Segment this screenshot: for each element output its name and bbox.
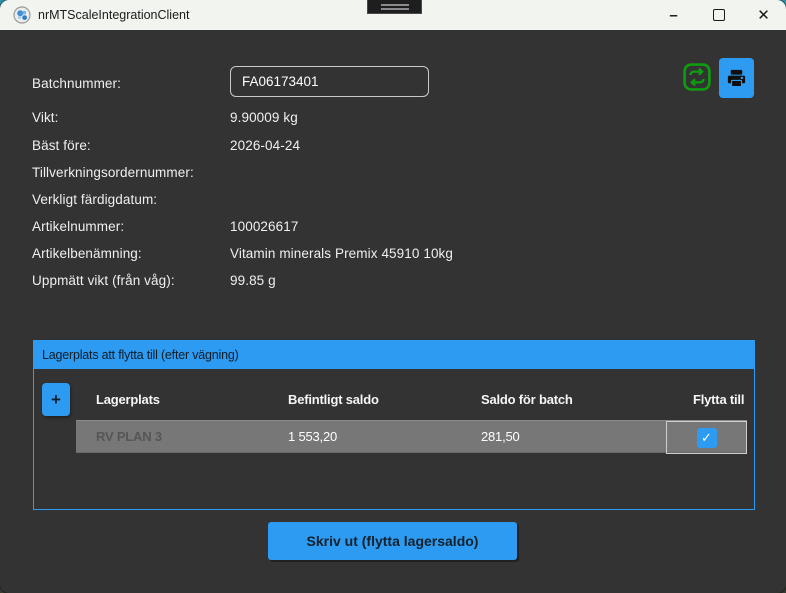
- flytta-till-checkbox[interactable]: ✓: [697, 428, 717, 448]
- column-header-saldo-for-batch: Saldo för batch: [481, 392, 573, 407]
- column-header-flytta-till: Flytta till: [693, 392, 744, 407]
- bast-fore-label: Bäst före:: [32, 138, 91, 153]
- vikt-label: Vikt:: [32, 110, 59, 125]
- window-title: nrMTScaleIntegrationClient: [38, 8, 189, 22]
- artikelnummer-label: Artikelnummer:: [32, 219, 124, 234]
- uppmatt-vikt-label: Uppmätt vikt (från våg):: [32, 273, 175, 288]
- uppmatt-vikt-value: 99.85 g: [230, 273, 276, 288]
- row-lagerplats-value: RV PLAN 3: [96, 429, 162, 444]
- close-button[interactable]: ✕: [741, 0, 786, 30]
- flytta-till-cell[interactable]: ✓: [666, 421, 747, 454]
- window-drag-handle[interactable]: [367, 0, 422, 14]
- lagerplats-panel-header: Lagerplats att flytta till (efter vägnin…: [34, 341, 754, 369]
- add-row-button[interactable]: +: [42, 383, 70, 416]
- maximize-icon: [713, 9, 725, 21]
- row-befintligt-saldo-value: 1 553,20: [288, 429, 337, 444]
- tillverkningsordernummer-label: Tillverkningsordernummer:: [32, 165, 194, 180]
- table-row[interactable]: RV PLAN 3 1 553,20 281,50 ✓: [76, 420, 747, 453]
- close-icon: ✕: [757, 6, 770, 24]
- vikt-value: 9.90009 kg: [230, 110, 298, 125]
- maximize-button[interactable]: [696, 0, 741, 30]
- printer-icon: [725, 66, 748, 90]
- bast-fore-value: 2026-04-24: [230, 138, 300, 153]
- skriv-ut-button[interactable]: Skriv ut (flytta lagersaldo): [268, 522, 517, 560]
- column-header-lagerplats: Lagerplats: [96, 392, 160, 407]
- artikelbenamning-label: Artikelbenämning:: [32, 246, 142, 261]
- refresh-button[interactable]: [682, 62, 712, 92]
- print-button[interactable]: [719, 58, 754, 98]
- batchnummer-label: Batchnummer:: [32, 76, 121, 91]
- app-window: nrMTScaleIntegrationClient – ✕ Batchnumm…: [0, 0, 786, 593]
- row-saldo-for-batch-value: 281,50: [481, 429, 520, 444]
- refresh-icon: [682, 62, 712, 92]
- verkligt-fardigdatum-label: Verkligt färdigdatum:: [32, 192, 157, 207]
- minimize-icon: –: [669, 7, 677, 24]
- artikelbenamning-value: Vitamin minerals Premix 45910 10kg: [230, 246, 453, 261]
- app-icon: [13, 6, 31, 24]
- column-header-befintligt-saldo: Befintligt saldo: [288, 392, 379, 407]
- minimize-button[interactable]: –: [651, 0, 696, 30]
- check-icon: ✓: [701, 430, 712, 446]
- batchnummer-input[interactable]: [230, 66, 429, 97]
- artikelnummer-value: 100026617: [230, 219, 298, 234]
- lagerplats-panel: Lagerplats att flytta till (efter vägnin…: [33, 340, 755, 510]
